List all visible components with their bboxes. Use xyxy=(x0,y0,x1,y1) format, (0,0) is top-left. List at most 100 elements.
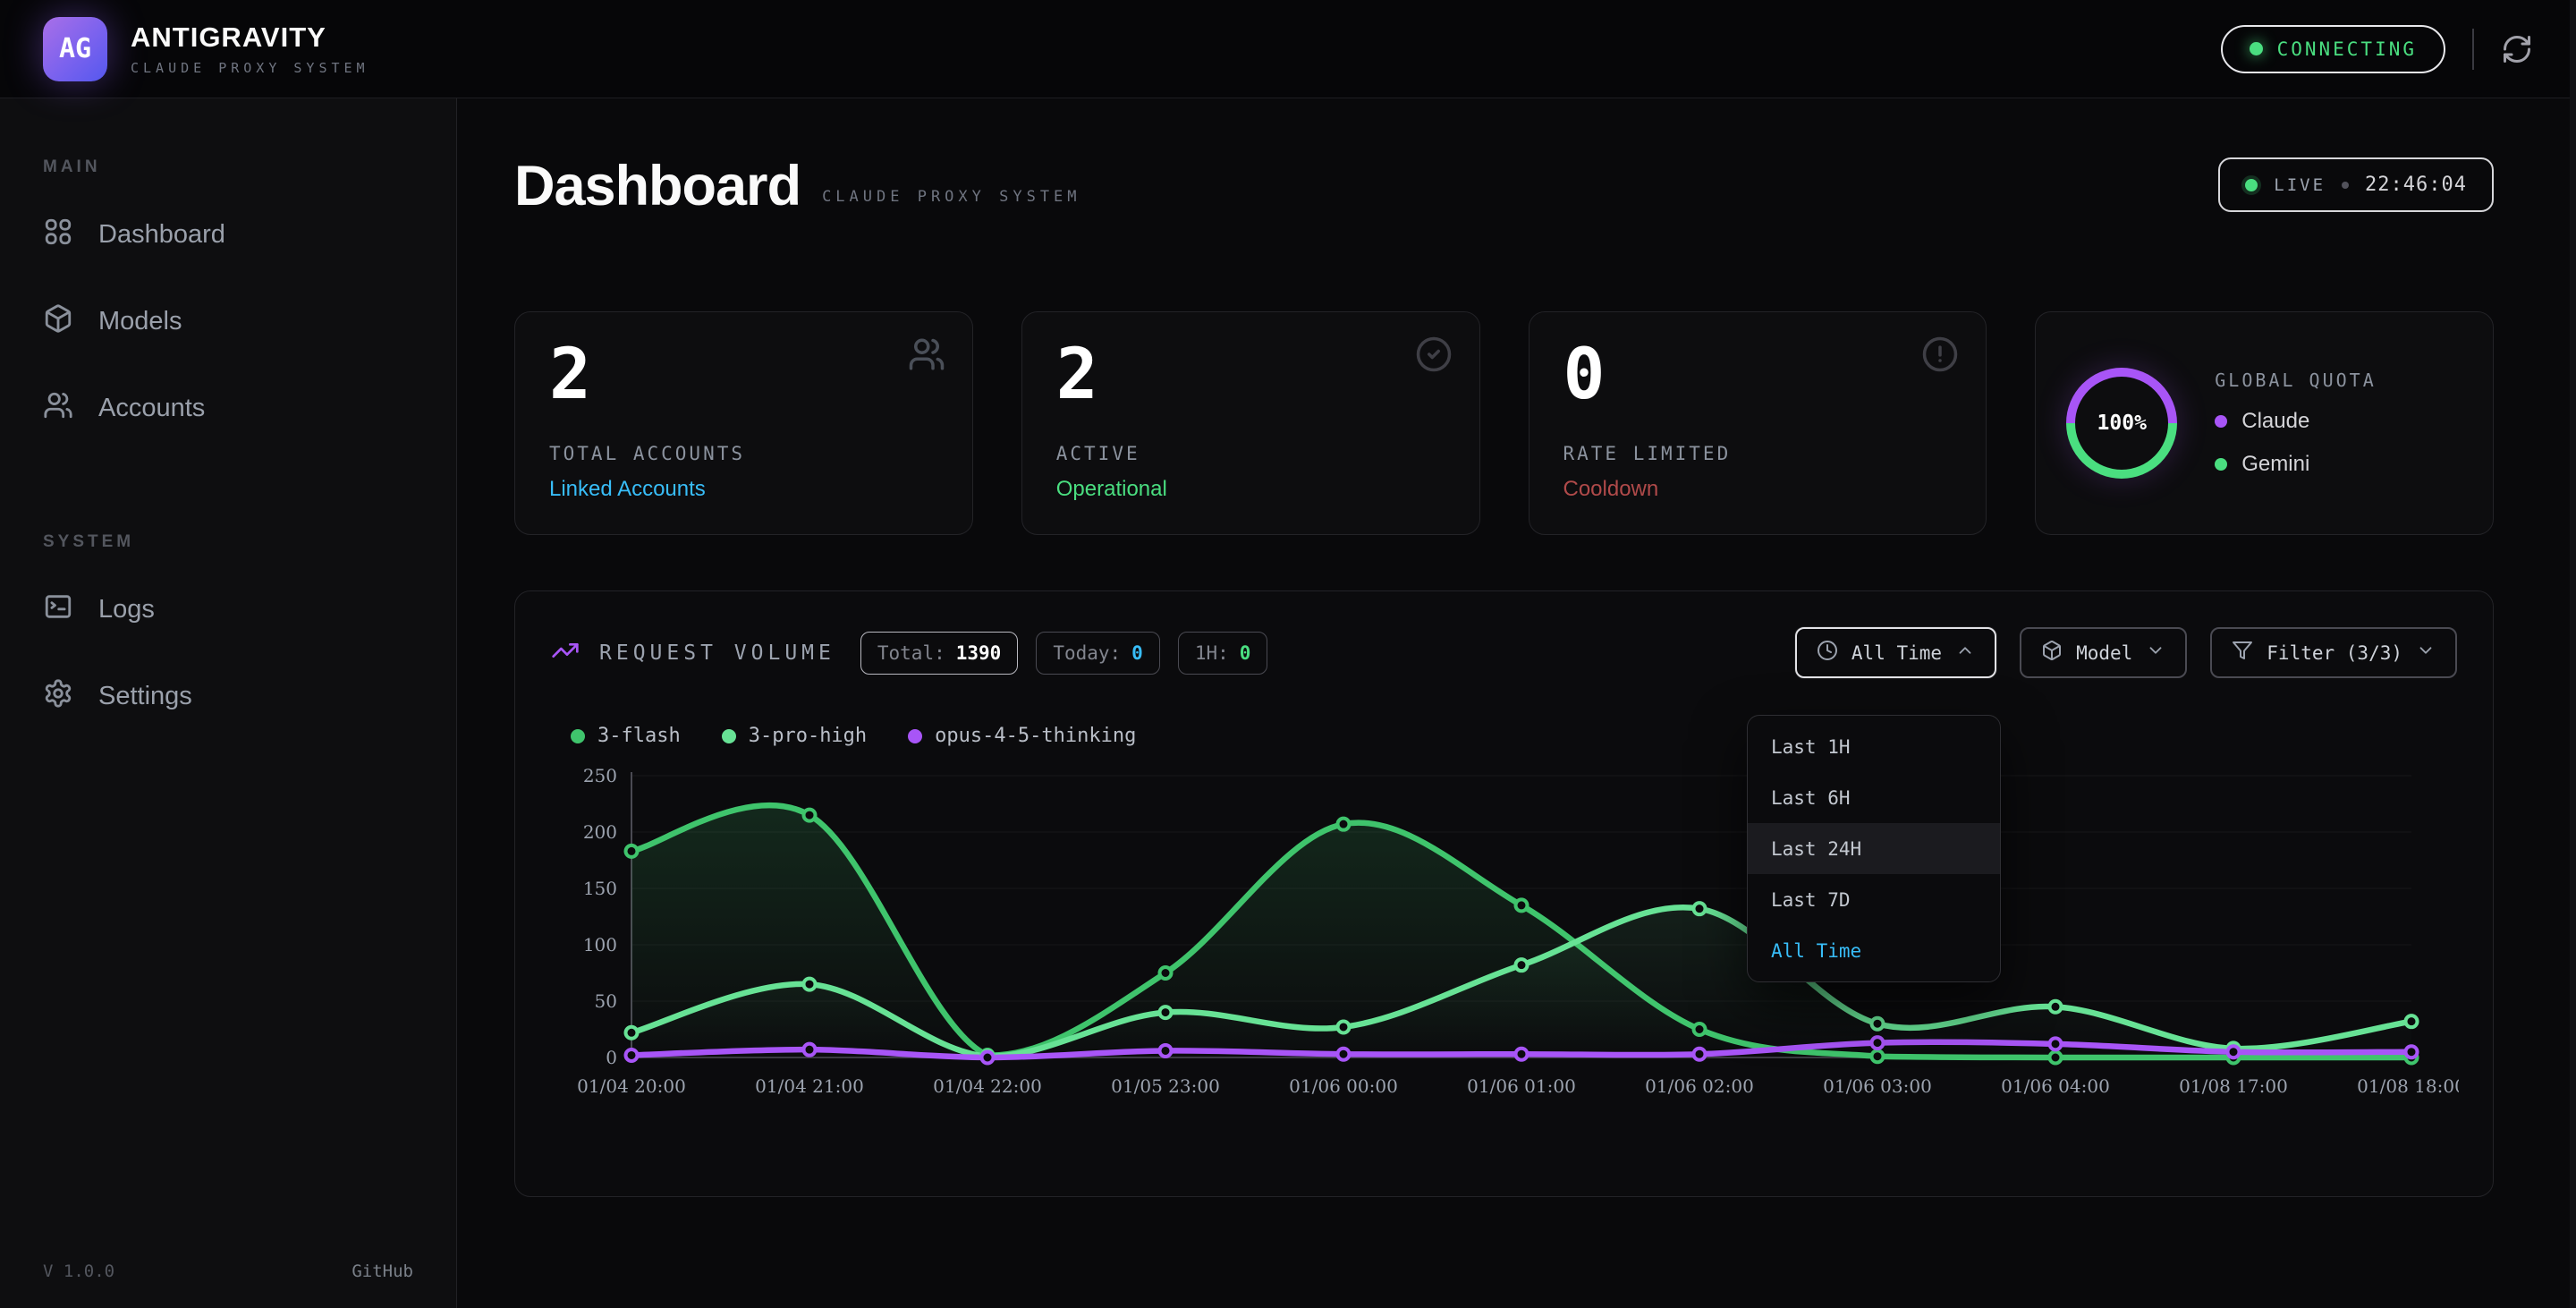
funnel-icon xyxy=(2232,640,2253,666)
stat-card-active: 2ACTIVEOperational xyxy=(1021,311,1480,535)
legend-dot xyxy=(908,729,922,743)
request-volume-card: REQUEST VOLUME Total: 1390 Today: 0 1H: 0 All… xyxy=(514,590,2494,1197)
quota-legend-claude: Claude xyxy=(2215,409,2377,434)
stat-value: 0 xyxy=(1563,339,1953,412)
scrollbar[interactable] xyxy=(2570,0,2576,1308)
chip-label: Total: xyxy=(877,642,945,664)
dot-separator xyxy=(2342,182,2349,189)
sidebar-section-main: MAIN xyxy=(43,157,456,177)
svg-text:01/04 22:00: 01/04 22:00 xyxy=(933,1075,1042,1097)
chart-legend-item-3-flash[interactable]: 3-flash xyxy=(571,725,681,747)
svg-text:100: 100 xyxy=(583,934,617,956)
chevron-up-icon xyxy=(1955,641,1975,665)
legend-dot xyxy=(722,729,736,743)
stat-sublabel: Linked Accounts xyxy=(549,477,938,502)
dropdown-item-last-6h[interactable]: Last 6H xyxy=(1748,772,2000,823)
sidebar-item-accounts[interactable]: Accounts xyxy=(0,365,456,452)
github-link[interactable]: GitHub xyxy=(352,1261,413,1281)
chip-value: 0 xyxy=(1240,642,1251,664)
dropdown-item-last-7d[interactable]: Last 7D xyxy=(1748,874,2000,925)
dropdown-item-last-1h[interactable]: Last 1H xyxy=(1748,721,2000,772)
svg-text:01/05 23:00: 01/05 23:00 xyxy=(1111,1075,1220,1097)
chart-legend-item-3-pro-high[interactable]: 3-pro-high xyxy=(722,725,867,747)
app-version: V 1.0.0 xyxy=(43,1261,114,1281)
app-logo: AG xyxy=(43,17,107,81)
chevron-down-icon xyxy=(2146,641,2165,665)
chip-total: Total: 1390 xyxy=(860,632,1018,675)
sidebar-item-models[interactable]: Models xyxy=(0,278,456,365)
time-range-button[interactable]: All Time xyxy=(1795,627,1996,678)
chart-plot-area: 05010015020025001/04 20:0001/04 21:0001/… xyxy=(551,763,2457,1108)
legend-label: Claude xyxy=(2241,409,2309,434)
app-title: ANTIGRAVITY xyxy=(131,21,369,54)
chip-value: 0 xyxy=(1131,642,1143,664)
live-label: LIVE xyxy=(2274,175,2326,195)
sidebar-item-label: Dashboard xyxy=(98,220,225,250)
alert-circle-icon xyxy=(1921,335,1959,378)
chart-legend-item-opus-4-5-thinking[interactable]: opus-4-5-thinking xyxy=(908,725,1136,747)
chart-legend: 3-flash 3-pro-high opus-4-5-thinking xyxy=(551,725,2457,747)
sidebar: MAIN Dashboard Models Accounts SYSTEM Logs Set… xyxy=(0,98,457,1308)
sidebar-item-settings[interactable]: Settings xyxy=(0,653,456,740)
global-quota-card: 100% GLOBAL QUOTA Claude Gemini xyxy=(2035,311,2494,535)
chevron-down-icon xyxy=(2416,641,2436,665)
clock-icon xyxy=(1817,640,1838,666)
quota-label: GLOBAL QUOTA xyxy=(2215,369,2377,391)
dropdown-item-last-24h[interactable]: Last 24H xyxy=(1748,823,2000,874)
trending-up-icon xyxy=(551,636,580,669)
svg-text:150: 150 xyxy=(583,878,617,899)
time-range-dropdown: Last 1HLast 6HLast 24HLast 7DAll Time xyxy=(1747,715,2001,982)
chip-label: 1H: xyxy=(1195,642,1229,664)
svg-text:01/06 04:00: 01/06 04:00 xyxy=(2001,1075,2110,1097)
svg-text:250: 250 xyxy=(583,765,617,786)
request-volume-chart: 05010015020025001/04 20:0001/04 21:0001/… xyxy=(551,763,2459,1103)
stat-sublabel: Cooldown xyxy=(1563,477,1953,502)
sidebar-item-label: Models xyxy=(98,307,182,336)
page-title: Dashboard xyxy=(514,154,801,218)
users-icon xyxy=(43,390,73,428)
dropdown-item-all-time[interactable]: All Time xyxy=(1748,925,2000,976)
legend-label: Gemini xyxy=(2241,452,2309,477)
chart-title: REQUEST VOLUME xyxy=(599,641,835,665)
chart-stat-chips: Total: 1390 Today: 0 1H: 0 xyxy=(860,632,1268,675)
stat-label: TOTAL ACCOUNTS xyxy=(549,443,938,464)
chip-value: 1390 xyxy=(956,642,1002,664)
sidebar-item-label: Settings xyxy=(98,682,192,711)
stat-label: RATE LIMITED xyxy=(1563,443,1953,464)
live-clock: 22:46:04 xyxy=(2365,174,2467,196)
quota-percent: 100% xyxy=(2097,412,2147,435)
refresh-icon[interactable] xyxy=(2501,33,2533,65)
status-dot xyxy=(2250,42,2263,55)
filter-button[interactable]: Filter (3/3) xyxy=(2210,627,2457,678)
app-subtitle: CLAUDE PROXY SYSTEM xyxy=(131,60,369,76)
package-icon xyxy=(2041,640,2063,666)
live-dot xyxy=(2245,179,2258,191)
stats-row: 2TOTAL ACCOUNTSLinked Accounts2ACTIVEOpe… xyxy=(514,311,2494,535)
sidebar-item-logs[interactable]: Logs xyxy=(0,566,456,653)
svg-text:50: 50 xyxy=(595,990,617,1012)
svg-text:01/08 17:00: 01/08 17:00 xyxy=(2179,1075,2288,1097)
quota-ring: 100% xyxy=(2066,368,2177,479)
sidebar-item-dashboard[interactable]: Dashboard xyxy=(0,191,456,278)
stat-value: 2 xyxy=(1056,339,1445,412)
svg-text:01/06 00:00: 01/06 00:00 xyxy=(1289,1075,1398,1097)
grid-icon xyxy=(43,217,73,254)
main-content: Dashboard CLAUDE PROXY SYSTEM LIVE 22:46… xyxy=(457,98,2576,1308)
chip-label: Today: xyxy=(1053,642,1121,664)
legend-dot xyxy=(571,729,585,743)
check-circle-icon xyxy=(1415,335,1453,378)
svg-text:01/06 01:00: 01/06 01:00 xyxy=(1467,1075,1576,1097)
svg-text:01/06 03:00: 01/06 03:00 xyxy=(1823,1075,1932,1097)
cube-icon xyxy=(43,303,73,341)
gear-icon xyxy=(43,678,73,716)
svg-text:200: 200 xyxy=(583,821,617,843)
terminal-icon xyxy=(43,591,73,629)
divider xyxy=(2472,29,2474,70)
model-filter-button[interactable]: Model xyxy=(2020,627,2187,678)
stat-label: ACTIVE xyxy=(1056,443,1445,464)
svg-text:01/04 20:00: 01/04 20:00 xyxy=(577,1075,686,1097)
chip-today: Today: 0 xyxy=(1036,632,1160,675)
sidebar-item-label: Logs xyxy=(98,595,155,624)
legend-label: 3-flash xyxy=(597,725,681,747)
sidebar-section-system: SYSTEM xyxy=(43,532,456,552)
